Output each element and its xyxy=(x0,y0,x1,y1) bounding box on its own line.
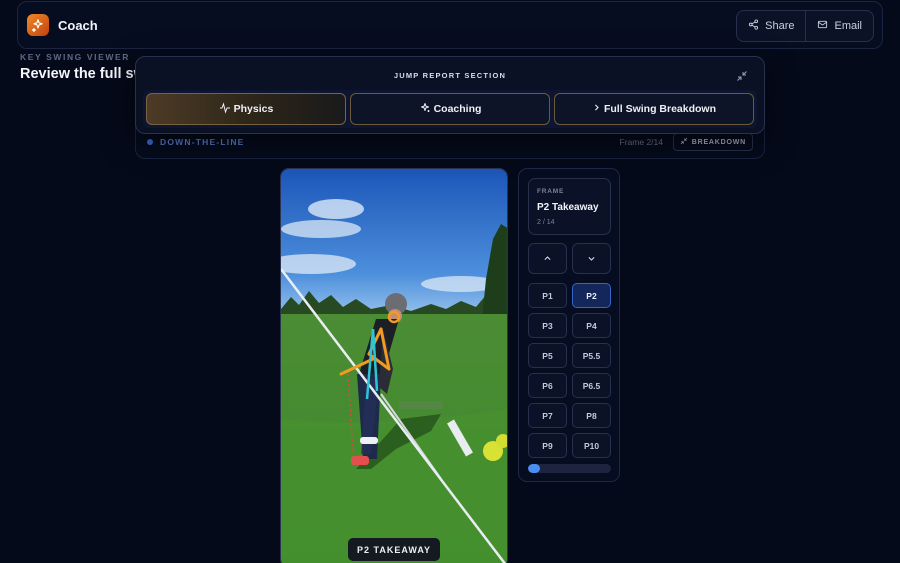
tab-coaching[interactable]: Coaching xyxy=(350,93,550,125)
position-button-p2[interactable]: P2 xyxy=(572,283,611,308)
breakdown-label: BREAKDOWN xyxy=(691,138,746,146)
video-caption: P2 TAKEAWAY xyxy=(348,538,440,561)
top-header: Coach Share Email xyxy=(17,1,883,49)
frame-progress-fill xyxy=(528,464,540,473)
position-button-p10[interactable]: P10 xyxy=(572,433,611,458)
view-indicator-dot xyxy=(147,139,153,145)
position-grid: P1 P2 P3 P4 P5 P5.5 P6 P6.5 P7 P8 P9 P10 xyxy=(528,283,612,458)
frame-panel: FRAME P2 Takeaway 2 / 14 P1 P2 P3 P4 P5 P5.5 P… xyxy=(518,168,620,482)
tab-full-swing-breakdown-label: Full Swing Breakdown xyxy=(603,103,716,115)
share-label: Share xyxy=(765,20,795,32)
sparkles-logo-icon xyxy=(27,14,49,36)
frame-card: FRAME P2 Takeaway 2 / 14 xyxy=(528,178,611,235)
next-frame-button[interactable] xyxy=(572,243,611,274)
golfer-frame-image xyxy=(281,169,507,563)
previous-frame-button[interactable] xyxy=(528,243,567,274)
tab-physics-label: Physics xyxy=(233,103,274,115)
position-button-p8[interactable]: P8 xyxy=(572,403,611,428)
jump-report-popup: JUMP REPORT SECTION Physics Coaching Ful… xyxy=(135,56,765,134)
position-button-p7[interactable]: P7 xyxy=(528,403,567,428)
chevron-right-icon xyxy=(592,103,601,115)
swing-video[interactable] xyxy=(280,168,508,563)
page-title: Review the full sw xyxy=(20,66,145,82)
frame-progress-bar xyxy=(528,464,611,473)
brand[interactable]: Coach xyxy=(27,14,98,36)
email-label: Email xyxy=(834,20,862,32)
breakdown-button[interactable]: BREAKDOWN xyxy=(672,133,753,151)
view-label: DOWN-THE-LINE xyxy=(160,137,245,147)
position-button-p4[interactable]: P4 xyxy=(572,313,611,338)
share-icon xyxy=(748,19,759,33)
header-actions: Share Email xyxy=(736,10,874,42)
tab-physics[interactable]: Physics xyxy=(146,93,346,125)
position-button-p6[interactable]: P6 xyxy=(528,373,567,398)
app-name: Coach xyxy=(58,17,98,33)
frame-card-count: 2 / 14 xyxy=(537,219,555,226)
position-button-p3[interactable]: P3 xyxy=(528,313,567,338)
jump-tabs: Physics Coaching Full Swing Breakdown xyxy=(143,90,757,128)
tab-coaching-label: Coaching xyxy=(433,103,482,115)
tab-full-swing-breakdown[interactable]: Full Swing Breakdown xyxy=(554,93,754,125)
share-button[interactable]: Share xyxy=(737,11,805,41)
frame-card-title: P2 Takeaway xyxy=(537,202,599,213)
chevron-down-icon xyxy=(587,250,596,268)
minimize-icon xyxy=(680,137,688,147)
position-button-p6-5[interactable]: P6.5 xyxy=(572,373,611,398)
email-button[interactable]: Email xyxy=(805,11,873,41)
position-button-p1[interactable]: P1 xyxy=(528,283,567,308)
mail-icon xyxy=(817,19,828,33)
collapse-icon[interactable] xyxy=(736,69,748,81)
jump-report-title: JUMP REPORT SECTION xyxy=(393,71,507,80)
frame-card-label: FRAME xyxy=(537,188,565,195)
frame-indicator: Frame 2/14 xyxy=(619,137,663,147)
position-button-p5-5[interactable]: P5.5 xyxy=(572,343,611,368)
page-eyebrow: KEY SWING VIEWER xyxy=(20,52,130,62)
sparkles-icon xyxy=(419,102,431,117)
position-button-p5[interactable]: P5 xyxy=(528,343,567,368)
activity-icon xyxy=(219,101,231,117)
chevron-up-icon xyxy=(543,250,552,268)
position-button-p9[interactable]: P9 xyxy=(528,433,567,458)
